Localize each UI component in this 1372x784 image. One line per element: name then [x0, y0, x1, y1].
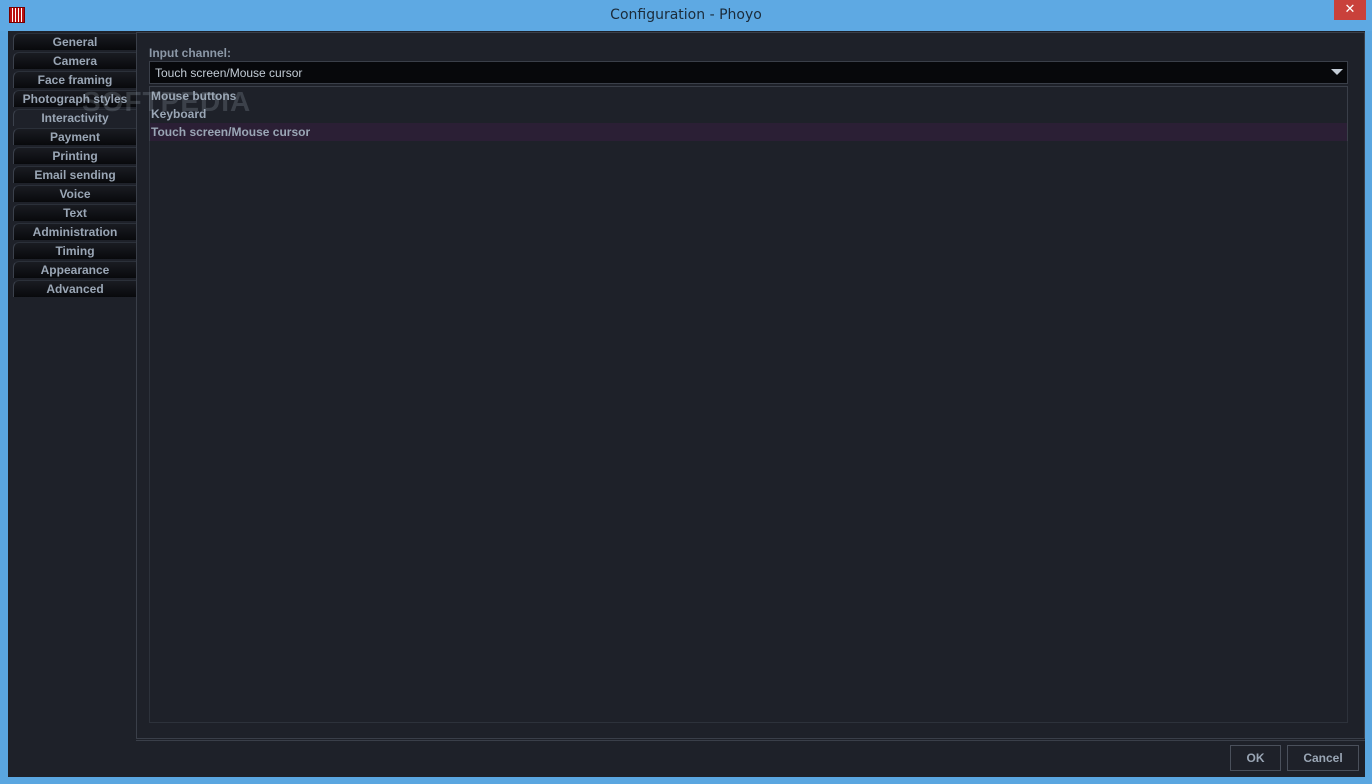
dialog-body: General Camera Face framing Photograph s…	[8, 31, 1365, 777]
tab-camera[interactable]: Camera	[13, 52, 136, 69]
chevron-down-icon[interactable]	[1331, 69, 1343, 75]
window-title: Configuration - Phoyo	[610, 7, 762, 23]
ok-button[interactable]: OK	[1230, 745, 1281, 771]
tab-administration[interactable]: Administration	[13, 223, 136, 240]
input-channel-select[interactable]: Touch screen/Mouse cursor	[149, 61, 1348, 84]
title-bar: Configuration - Phoyo ✕	[0, 0, 1372, 31]
settings-panel: Input channel: Touch screen/Mouse cursor…	[136, 32, 1365, 739]
tab-timing[interactable]: Timing	[13, 242, 136, 259]
tab-interactivity[interactable]: Interactivity	[13, 109, 136, 126]
tab-photograph-styles[interactable]: Photograph styles	[13, 90, 136, 107]
close-button[interactable]: ✕	[1334, 0, 1366, 20]
tab-advanced[interactable]: Advanced	[13, 280, 136, 297]
option-mouse-buttons[interactable]: Mouse buttons	[150, 87, 1347, 105]
tab-face-framing[interactable]: Face framing	[13, 71, 136, 88]
tab-text[interactable]: Text	[13, 204, 136, 221]
option-keyboard[interactable]: Keyboard	[150, 105, 1347, 123]
cancel-button[interactable]: Cancel	[1287, 745, 1359, 771]
input-channel-label: Input channel:	[149, 46, 231, 60]
tab-printing[interactable]: Printing	[13, 147, 136, 164]
tab-payment[interactable]: Payment	[13, 128, 136, 145]
input-channel-value: Touch screen/Mouse cursor	[155, 66, 303, 80]
footer-divider	[136, 740, 1365, 741]
tab-email-sending[interactable]: Email sending	[13, 166, 136, 183]
tab-list: General Camera Face framing Photograph s…	[13, 33, 136, 299]
tab-general[interactable]: General	[13, 33, 136, 50]
tab-appearance[interactable]: Appearance	[13, 261, 136, 278]
tab-voice[interactable]: Voice	[13, 185, 136, 202]
option-touch-screen[interactable]: Touch screen/Mouse cursor	[150, 123, 1347, 141]
input-channel-dropdown: Mouse buttons Keyboard Touch screen/Mous…	[149, 86, 1348, 141]
content-area	[149, 141, 1348, 723]
